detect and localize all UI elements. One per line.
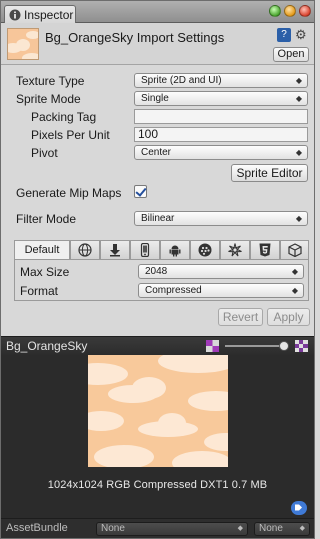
preview-title: Bg_OrangeSky <box>6 339 88 353</box>
texture-type-value: Sprite (2D and UI) <box>141 75 222 86</box>
packing-tag-field[interactable] <box>134 109 308 124</box>
tab-ios[interactable] <box>130 240 160 260</box>
preview-image <box>88 355 228 467</box>
texture-info: 1024x1024 RGB Compressed DXT1 0.7 MB <box>47 479 268 491</box>
dropdown-arrow-icon: ◆ <box>237 525 243 532</box>
pivot-dropdown[interactable]: Center ◆ <box>134 145 308 160</box>
texture-type-dropdown[interactable]: Sprite (2D and UI) ◆ <box>134 73 308 88</box>
android-icon <box>169 245 181 257</box>
dropdown-arrow-icon: ◆ <box>291 267 298 276</box>
format-dropdown[interactable]: Compressed ◆ <box>138 283 304 298</box>
max-size-value: 2048 <box>145 266 168 277</box>
filter-mode-value: Bilinear <box>141 213 175 224</box>
apply-button[interactable]: Apply <box>267 308 310 326</box>
mipmap-icon[interactable] <box>295 340 308 352</box>
max-size-label: Max Size <box>20 265 70 279</box>
page-title: Bg_OrangeSky Import Settings <box>45 30 225 45</box>
blackberry-icon <box>198 243 212 257</box>
pivot-value: Center <box>141 147 172 158</box>
texture-type-label: Texture Type <box>16 74 85 88</box>
dropdown-arrow-icon: ◆ <box>299 525 305 532</box>
asset-bundle-bar: AssetBundle None ◆ None ◆ <box>1 518 314 538</box>
tab-download[interactable] <box>100 240 130 260</box>
globe-icon <box>78 243 92 257</box>
mip-slider-track[interactable] <box>225 345 287 347</box>
tab-default-label: Default <box>24 244 60 256</box>
tab-label: Inspector <box>24 8 74 22</box>
asset-bundle-variant-dropdown[interactable]: None ◆ <box>254 522 310 536</box>
dropdown-arrow-icon: ◆ <box>295 148 302 157</box>
box-icon <box>287 243 302 258</box>
tab-default[interactable]: Default <box>14 240 70 260</box>
help-icon[interactable]: ? <box>277 28 291 42</box>
packing-tag-label: Packing Tag <box>31 110 97 124</box>
tab-other[interactable] <box>280 240 309 260</box>
tab-tizen[interactable] <box>220 240 250 260</box>
sprite-mode-value: Single <box>141 93 169 104</box>
info-icon <box>9 9 21 21</box>
texture-preview: 1024x1024 RGB Compressed DXT1 0.7 MB <box>1 355 314 518</box>
inspector-header: Bg_OrangeSky Import Settings ? ⚙ Open <box>1 23 314 65</box>
format-label: Format <box>20 284 59 298</box>
filter-mode-dropdown[interactable]: Bilinear ◆ <box>134 211 308 226</box>
dropdown-arrow-icon: ◆ <box>295 76 302 85</box>
mip-slider-handle[interactable] <box>279 341 289 351</box>
tab-standalone[interactable] <box>70 240 100 260</box>
preview-header: Bg_OrangeSky <box>1 336 314 355</box>
sprite-mode-dropdown[interactable]: Single ◆ <box>134 91 308 106</box>
asset-thumbnail <box>7 28 39 60</box>
asset-bundle-name-dropdown[interactable]: None ◆ <box>96 522 248 536</box>
asset-bundle-name-value: None <box>101 523 125 534</box>
revert-button[interactable]: Revert <box>218 308 263 326</box>
dropdown-arrow-icon: ◆ <box>295 214 302 223</box>
window-chrome: Inspector <box>1 1 314 24</box>
filter-mode-label: Filter Mode <box>16 212 77 226</box>
open-button[interactable]: Open <box>273 47 309 62</box>
close-button[interactable] <box>299 5 311 17</box>
gear-icon[interactable]: ⚙ <box>295 27 307 42</box>
tab-webgl[interactable] <box>250 240 280 260</box>
max-size-dropdown[interactable]: 2048 ◆ <box>138 264 304 279</box>
pixels-per-unit-field[interactable]: 100 <box>134 127 308 142</box>
generate-mip-maps-checkbox[interactable] <box>134 185 147 198</box>
format-value: Compressed <box>145 285 202 296</box>
minimize-button[interactable] <box>284 5 296 17</box>
maximize-button[interactable] <box>269 5 281 17</box>
html5-icon <box>259 243 271 257</box>
tab-inspector[interactable]: Inspector <box>4 5 76 24</box>
asset-bundle-variant-value: None <box>259 523 283 534</box>
generate-mip-maps-label: Generate Mip Maps <box>16 186 122 200</box>
download-icon <box>110 244 120 257</box>
label-tag-icon[interactable] <box>291 501 307 515</box>
tab-android[interactable] <box>160 240 190 260</box>
channel-toggle-icon[interactable] <box>206 340 219 352</box>
platform-tabs: Default <box>14 240 309 260</box>
dropdown-arrow-icon: ◆ <box>291 286 298 295</box>
sprite-editor-button[interactable]: Sprite Editor <box>231 164 308 182</box>
tizen-icon <box>228 243 242 257</box>
sprite-mode-label: Sprite Mode <box>16 92 81 106</box>
phone-icon <box>140 242 150 258</box>
pivot-label: Pivot <box>31 146 58 160</box>
asset-bundle-label: AssetBundle <box>6 522 68 534</box>
pixels-per-unit-label: Pixels Per Unit <box>31 128 110 142</box>
tab-blackberry[interactable] <box>190 240 220 260</box>
dropdown-arrow-icon: ◆ <box>295 94 302 103</box>
